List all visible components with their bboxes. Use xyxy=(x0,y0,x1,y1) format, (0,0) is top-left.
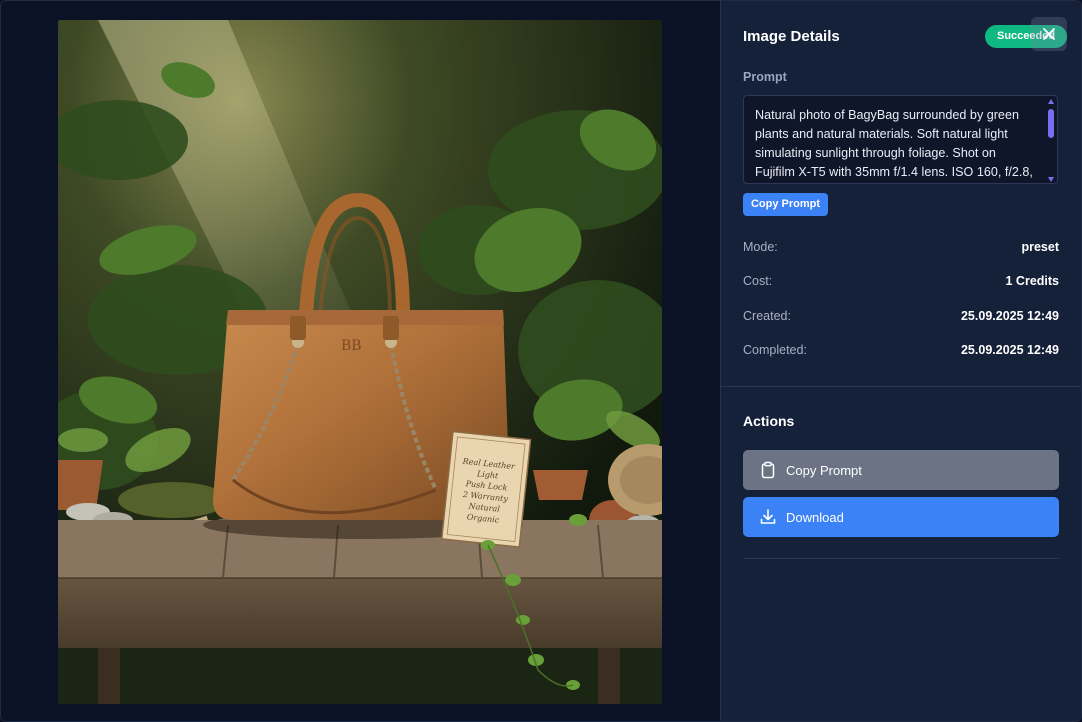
product-photo-illustration: BB Real Leather Light Push Lock 2 Warran… xyxy=(58,20,662,704)
meta-row-completed: Completed: 25.09.2025 12:49 xyxy=(743,343,1059,361)
panel-title: Image Details xyxy=(743,28,840,45)
meta-value: 1 Credits xyxy=(1005,274,1060,288)
clipboard-icon xyxy=(759,461,777,479)
meta-key: Created: xyxy=(743,309,791,323)
download-label: Download xyxy=(786,509,844,525)
image-details-modal: BB Real Leather Light Push Lock 2 Warran… xyxy=(0,0,1082,722)
meta-value: 25.09.2025 12:49 xyxy=(960,309,1059,323)
download-button[interactable]: Download xyxy=(743,497,1059,537)
meta-value: preset xyxy=(1021,240,1059,254)
download-icon xyxy=(759,508,777,526)
actions-title: Actions xyxy=(743,413,795,429)
copy-prompt-label: Copy Prompt xyxy=(786,462,862,478)
close-button[interactable] xyxy=(1031,17,1067,51)
scroll-down-arrow-icon[interactable] xyxy=(1048,177,1054,182)
generated-image: BB Real Leather Light Push Lock 2 Warran… xyxy=(58,20,662,704)
scroll-up-arrow-icon[interactable] xyxy=(1048,99,1054,104)
meta-row-mode: Mode: preset xyxy=(743,240,1059,258)
meta-key: Mode: xyxy=(743,240,778,254)
svg-text:BB: BB xyxy=(341,338,362,354)
close-icon xyxy=(1043,28,1055,40)
copy-prompt-small-button[interactable]: Copy Prompt xyxy=(743,193,828,216)
meta-row-cost: Cost: 1 Credits xyxy=(743,274,1059,292)
section-divider xyxy=(721,386,1081,387)
prompt-textarea[interactable]: Natural photo of BagyBag surrounded by g… xyxy=(743,95,1058,184)
meta-key: Cost: xyxy=(743,274,773,288)
meta-key: Completed: xyxy=(743,343,807,357)
meta-row-created: Created: 25.09.2025 12:49 xyxy=(743,309,1059,327)
meta-value: 25.09.2025 12:49 xyxy=(960,343,1059,357)
image-preview-area: BB Real Leather Light Push Lock 2 Warran… xyxy=(1,1,720,721)
prompt-label: Prompt xyxy=(743,70,787,84)
copy-prompt-button[interactable]: Copy Prompt xyxy=(743,450,1059,490)
prompt-scrollbar[interactable] xyxy=(1047,99,1055,182)
scroll-thumb[interactable] xyxy=(1048,109,1054,138)
actions-divider xyxy=(743,558,1059,559)
prompt-text: Natural photo of BagyBag surrounded by g… xyxy=(755,108,1033,179)
details-panel: Image Details Succeeded Prompt Natural p… xyxy=(720,1,1081,721)
